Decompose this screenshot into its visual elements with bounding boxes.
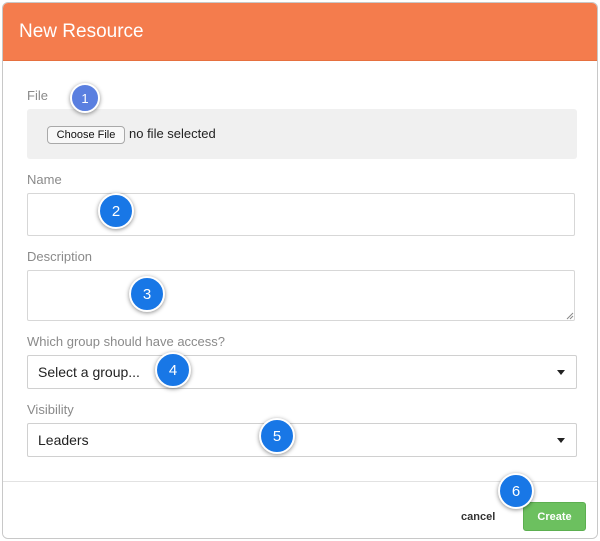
file-upload-area: Choose File no file selected [27,109,577,159]
group-select[interactable]: Select a group... [27,355,577,389]
chevron-down-icon [557,438,565,443]
new-resource-dialog: New Resource File Choose File no file se… [2,2,598,539]
file-status-text: no file selected [129,126,216,141]
step-marker-3: 3 [129,276,165,312]
create-button[interactable]: Create [523,502,586,531]
step-marker-2: 2 [98,193,134,229]
chevron-down-icon [557,370,565,375]
step-marker-1: 1 [70,83,100,113]
group-label: Which group should have access? [27,334,226,349]
name-label: Name [27,172,62,187]
file-label: File [27,88,48,103]
resize-grip-icon[interactable] [566,312,574,320]
visibility-select[interactable]: Leaders [27,423,577,457]
choose-file-button[interactable]: Choose File [47,126,125,144]
dialog-title: New Resource [19,20,144,42]
visibility-label: Visibility [27,402,74,417]
step-marker-5: 5 [259,418,295,454]
group-select-value: Select a group... [38,364,140,380]
description-textarea[interactable] [27,270,575,321]
step-marker-6: 6 [498,473,534,509]
dialog-header: New Resource [3,3,597,61]
cancel-button[interactable]: cancel [461,511,495,523]
description-label: Description [27,249,93,264]
step-marker-4: 4 [155,352,191,388]
visibility-select-value: Leaders [38,432,89,448]
